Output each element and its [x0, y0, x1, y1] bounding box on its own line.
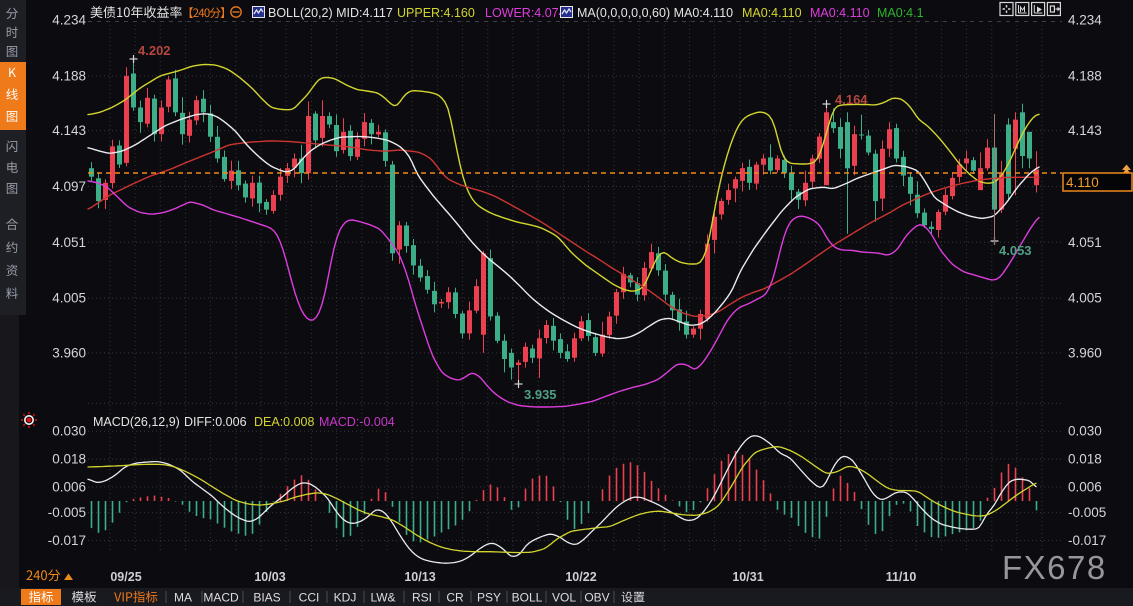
svg-text:4.051: 4.051	[52, 235, 86, 250]
svg-text:3.960: 3.960	[1068, 345, 1102, 360]
svg-text:10/31: 10/31	[732, 570, 763, 584]
svg-text:UPPER:4.160: UPPER:4.160	[397, 6, 475, 20]
svg-text:MA(0,0,0,0,0,60) MA0:4.110: MA(0,0,0,0,0,60) MA0:4.110	[577, 6, 733, 20]
svg-text:MA0:4.110: MA0:4.110	[742, 6, 802, 20]
svg-text:DEA:0.008: DEA:0.008	[254, 415, 315, 429]
svg-text:4.143: 4.143	[52, 123, 86, 138]
svg-text:LW&: LW&	[370, 591, 395, 605]
svg-text:4.110: 4.110	[1066, 175, 1099, 190]
svg-text:09/25: 09/25	[110, 570, 141, 584]
svg-text:CR: CR	[446, 591, 464, 605]
svg-text:4.234: 4.234	[1068, 13, 1102, 28]
svg-text:4.005: 4.005	[52, 291, 86, 306]
svg-text:RSI: RSI	[412, 591, 432, 605]
svg-text:0.006: 0.006	[1068, 480, 1102, 495]
svg-text:10/03: 10/03	[254, 570, 285, 584]
svg-text:4.188: 4.188	[52, 68, 86, 83]
svg-text:OBV: OBV	[584, 591, 609, 605]
svg-text:-0.005: -0.005	[48, 505, 86, 520]
svg-text:4.005: 4.005	[1068, 291, 1102, 306]
svg-text:0.018: 0.018	[52, 452, 86, 467]
svg-text:MA: MA	[174, 591, 192, 605]
svg-text:4.051: 4.051	[1068, 235, 1102, 250]
svg-text:KDJ: KDJ	[334, 591, 357, 605]
svg-text:MACD: MACD	[203, 591, 239, 605]
svg-text:-0.017: -0.017	[48, 533, 86, 548]
svg-text:CCI: CCI	[299, 591, 320, 605]
svg-text:10/13: 10/13	[404, 570, 435, 584]
svg-text:4.097: 4.097	[52, 179, 86, 194]
svg-text:4.234: 4.234	[52, 13, 86, 28]
svg-text:4.202: 4.202	[138, 43, 171, 58]
svg-text:4.143: 4.143	[1068, 123, 1102, 138]
svg-text:DIFF:0.006: DIFF:0.006	[184, 415, 247, 429]
svg-text:10/22: 10/22	[565, 570, 596, 584]
svg-text:MA0:4.110: MA0:4.110	[810, 6, 870, 20]
svg-text:0.006: 0.006	[52, 480, 86, 495]
svg-text:BIAS: BIAS	[253, 591, 280, 605]
svg-text:BOLL(20,2) MID:4.117: BOLL(20,2) MID:4.117	[268, 6, 393, 20]
svg-text:BOLL: BOLL	[512, 591, 543, 605]
svg-text:PSY: PSY	[477, 591, 501, 605]
svg-text:0.030: 0.030	[52, 424, 86, 439]
svg-text:MACD:-0.004: MACD:-0.004	[319, 415, 395, 429]
svg-text:3.935: 3.935	[524, 387, 557, 402]
svg-text:4.164: 4.164	[835, 92, 868, 107]
svg-text:MA0:4.1: MA0:4.1	[877, 6, 924, 20]
svg-text:LOWER:4.074: LOWER:4.074	[485, 6, 566, 20]
svg-text:-0.017: -0.017	[1068, 533, 1106, 548]
svg-text:0.030: 0.030	[1068, 424, 1102, 439]
svg-text:4.188: 4.188	[1068, 68, 1102, 83]
svg-text:MACD(26,12,9): MACD(26,12,9)	[93, 415, 180, 429]
svg-text:4.053: 4.053	[999, 243, 1032, 258]
svg-text:3.960: 3.960	[52, 345, 86, 360]
svg-text:-0.005: -0.005	[1068, 505, 1106, 520]
svg-text:FX678: FX678	[1002, 549, 1107, 586]
svg-text:VOL: VOL	[552, 591, 576, 605]
svg-text:11/10: 11/10	[886, 570, 917, 584]
svg-text:0.018: 0.018	[1068, 452, 1102, 467]
